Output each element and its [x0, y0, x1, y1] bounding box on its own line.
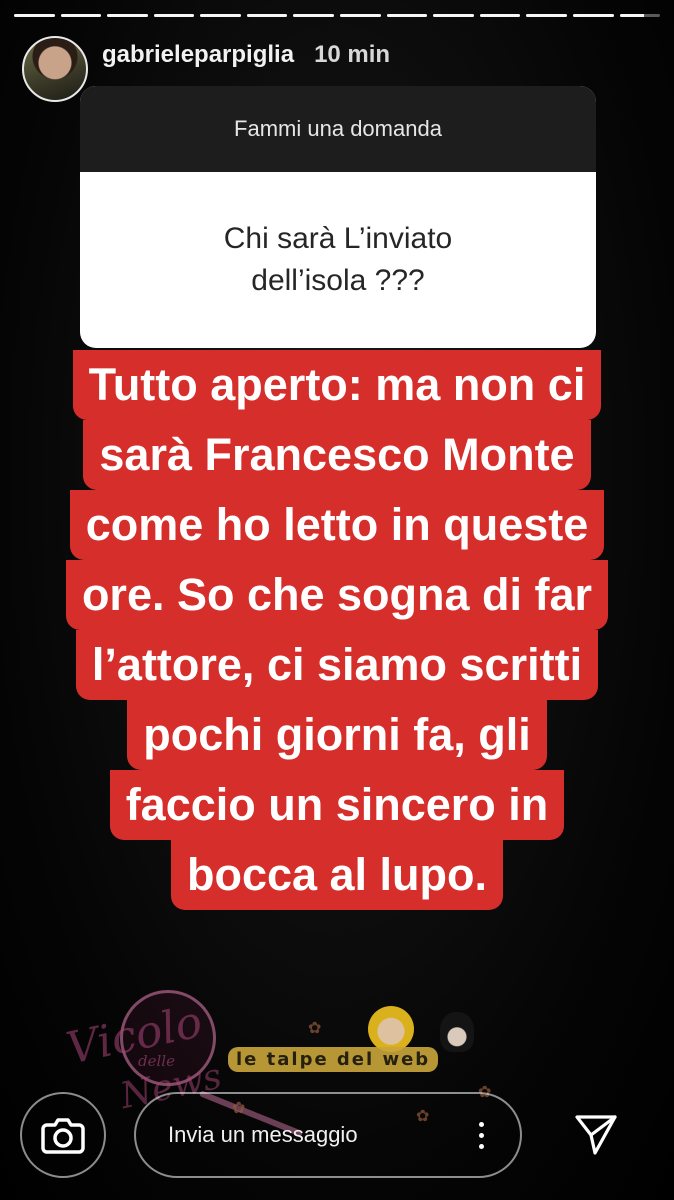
- post-time: 10 min: [314, 41, 391, 68]
- send-icon: [575, 1115, 617, 1155]
- answer-line: Tutto aperto: ma non ci: [72, 350, 602, 420]
- more-vertical-icon[interactable]: [479, 1121, 484, 1149]
- answer-line: pochi giorni fa, gli: [127, 700, 547, 770]
- answer-line: bocca al lupo.: [170, 840, 504, 910]
- paw-print-icon: ✿: [308, 1020, 322, 1037]
- story-progress-segment: [293, 14, 335, 17]
- story-progress-segment: [200, 14, 241, 17]
- story-progress-segment: [14, 14, 55, 17]
- story-progress-segment: [60, 14, 102, 17]
- story-progress-segment: [619, 14, 661, 17]
- watermark-character-icon: [368, 1006, 414, 1052]
- story-progress-segment: [153, 14, 195, 17]
- question-sticker-text: Chi sarà L’inviato dell’isola ???: [223, 222, 453, 297]
- avatar[interactable]: [22, 36, 88, 102]
- answer-line: sarà Francesco Monte: [83, 420, 591, 490]
- answer-text: Tutto aperto: ma non ci sarà Francesco M…: [20, 350, 654, 910]
- story-progress-segment: [386, 14, 428, 17]
- username[interactable]: gabrieleparpiglia: [102, 41, 294, 69]
- story-progress-bar: [14, 14, 661, 17]
- send-button[interactable]: [566, 1104, 626, 1164]
- message-placeholder: Invia un messaggio: [168, 1122, 358, 1147]
- story-progress-segment: [107, 14, 148, 17]
- question-sticker: Fammi una domanda Chi sarà L’inviato del…: [80, 86, 596, 348]
- story-progress-segment: [246, 14, 288, 17]
- send-message-input[interactable]: Invia un messaggio: [134, 1092, 522, 1178]
- answer-line: faccio un sincero in: [109, 770, 565, 840]
- story-progress-segment: [433, 14, 474, 17]
- question-sticker-title: Fammi una domanda: [80, 86, 596, 172]
- watermark-character-icon: [440, 1012, 474, 1052]
- answer-line: come ho letto in queste: [69, 490, 605, 560]
- story-progress-segment: [572, 14, 614, 17]
- story-progress-segment: [340, 14, 381, 17]
- answer-line: ore. So che sogna di far: [65, 560, 609, 630]
- watermark-le-talpe-del-web: le talpe del web: [228, 1047, 439, 1072]
- answer-line: l’attore, ci siamo scritti: [75, 630, 599, 700]
- story-progress-segment: [526, 14, 567, 17]
- camera-icon: [41, 1118, 85, 1154]
- story-progress-segment: [479, 14, 521, 17]
- camera-button[interactable]: [20, 1092, 106, 1178]
